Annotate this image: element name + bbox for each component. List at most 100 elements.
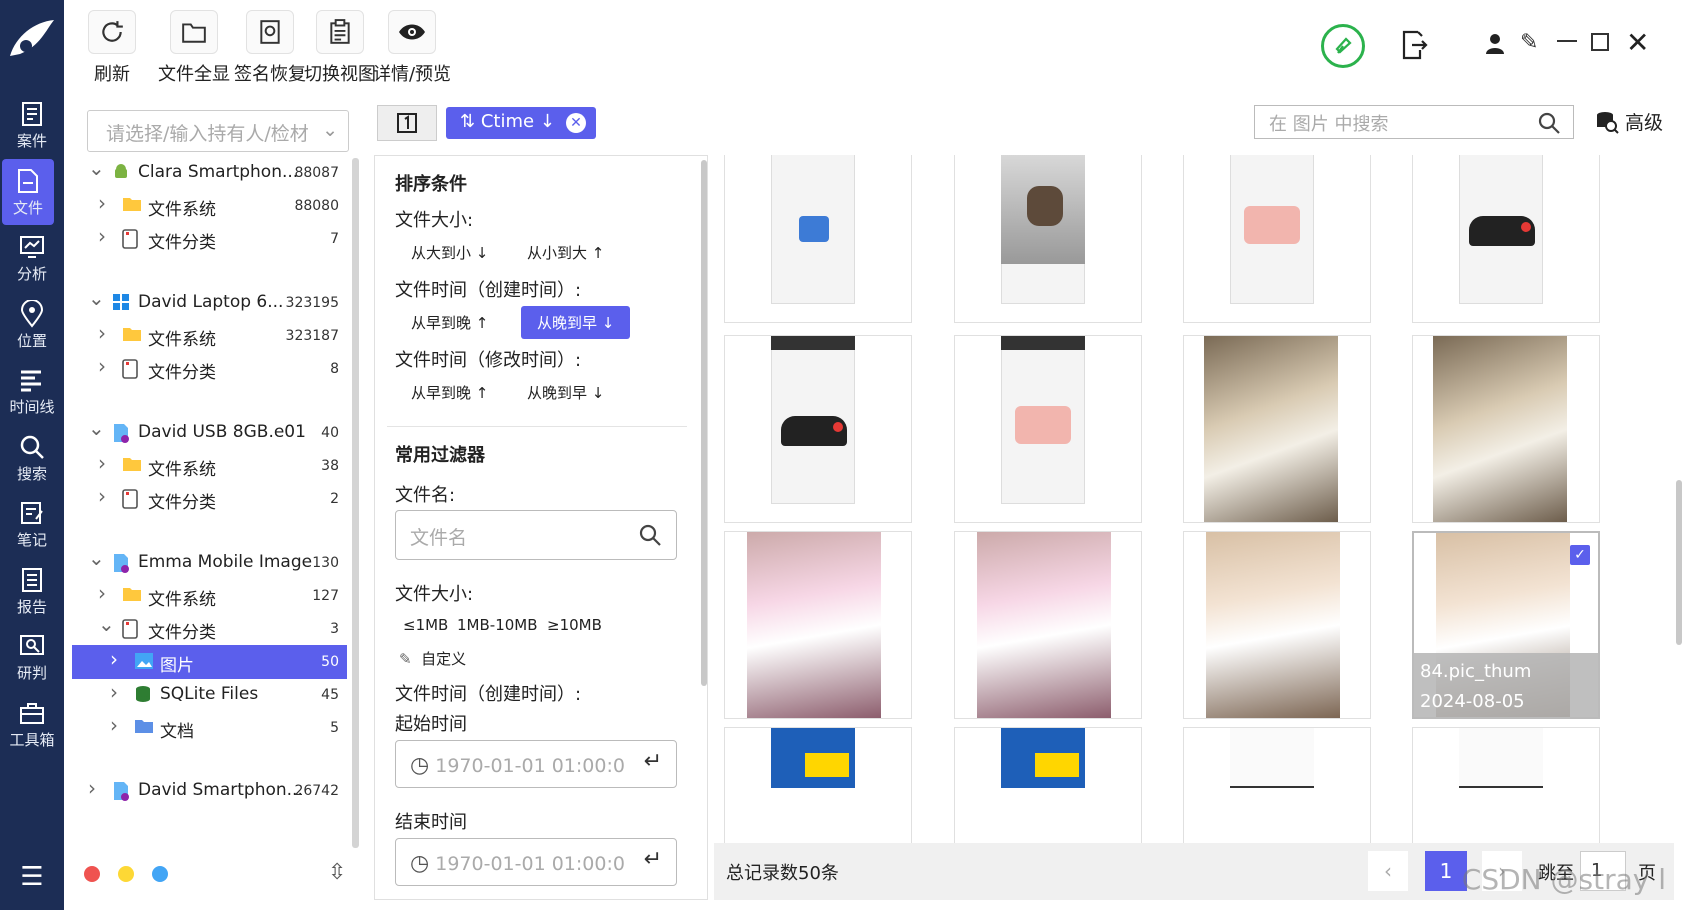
chevron-right-icon[interactable]: › xyxy=(98,581,106,605)
start-time-input[interactable]: ◷ 1970-01-01 01:00:0 ↵ xyxy=(395,740,677,788)
enter-icon[interactable]: ↵ xyxy=(644,749,662,774)
chevron-right-icon[interactable]: › xyxy=(98,191,106,215)
advanced-search-button[interactable]: 高级 xyxy=(1595,108,1663,135)
chevron-right-icon[interactable]: › xyxy=(98,321,106,345)
chevron-right-icon[interactable]: › xyxy=(98,484,106,508)
size-small-option[interactable]: ≤1MB xyxy=(403,616,448,634)
nav-item-0[interactable]: 案件 xyxy=(0,92,64,158)
tree-row[interactable]: ⌄ David USB 8GB.e01 40 xyxy=(72,416,347,450)
tree-row[interactable]: › 文件分类 2 xyxy=(72,482,347,516)
red-dot-icon[interactable] xyxy=(84,866,100,882)
chevron-down-icon[interactable]: ⌄ xyxy=(88,156,105,180)
image-thumbnail[interactable] xyxy=(1412,335,1600,523)
tree-row[interactable]: › 文件分类 7 xyxy=(72,222,347,256)
tree-row[interactable]: › 文档 5 xyxy=(72,711,347,745)
pin-window-icon[interactable]: ✎ xyxy=(1520,30,1538,55)
chevron-right-icon[interactable]: › xyxy=(110,647,118,671)
size-asc-option[interactable]: 从小到大 ↑ xyxy=(527,242,604,263)
chevron-right-icon[interactable]: › xyxy=(110,680,118,704)
size-desc-option[interactable]: 从大到小 ↓ xyxy=(411,242,488,263)
ctime-desc-option[interactable]: 从晚到早 ↓ xyxy=(521,306,631,339)
prev-page-button[interactable]: ‹ xyxy=(1368,851,1408,891)
end-time-input[interactable]: ◷ 1970-01-01 01:00:0 ↵ xyxy=(395,838,677,886)
chevron-right-icon[interactable]: › xyxy=(98,451,106,475)
detail-preview-button[interactable]: 详情/预览 xyxy=(364,10,460,86)
chevron-right-icon[interactable]: › xyxy=(88,776,96,800)
image-thumbnail[interactable] xyxy=(954,155,1142,323)
image-thumbnail[interactable] xyxy=(724,531,912,719)
enter-icon[interactable]: ↵ xyxy=(644,847,662,872)
tree-row[interactable]: › 图片 50 xyxy=(72,645,347,679)
image-thumbnail[interactable] xyxy=(724,727,912,843)
close-icon[interactable]: ✕ xyxy=(1626,26,1649,59)
nav-item-2[interactable]: 分析 xyxy=(0,225,64,291)
refresh-button[interactable]: 刷新 xyxy=(78,10,146,86)
nav-item-1[interactable]: 文件 xyxy=(2,158,54,225)
tree-row[interactable]: ⌄ David Laptop 6... 323195 xyxy=(72,286,347,320)
image-thumbnail[interactable] xyxy=(1183,155,1371,323)
blue-dot-icon[interactable] xyxy=(152,866,168,882)
ctime-asc-option[interactable]: 从早到晚 ↑ xyxy=(411,312,488,333)
mtime-asc-option[interactable]: 从早到晚 ↑ xyxy=(411,382,488,403)
chevron-down-icon[interactable]: ⌄ xyxy=(98,612,115,636)
image-thumbnail[interactable] xyxy=(954,531,1142,719)
nav-item-3[interactable]: 位置 xyxy=(0,292,64,358)
nav-item-4[interactable]: 时间线 xyxy=(0,358,64,424)
sort-chip[interactable]: ⇅ Ctime ↓ ✕ xyxy=(446,107,596,139)
image-thumbnail[interactable] xyxy=(1183,335,1371,523)
gallery-scrollbar[interactable] xyxy=(1676,480,1682,645)
nav-item-6[interactable]: 笔记 xyxy=(0,491,64,557)
page-1-button[interactable]: 1 xyxy=(1425,851,1467,891)
image-thumbnail[interactable] xyxy=(1412,727,1600,843)
chevron-right-icon[interactable]: › xyxy=(98,354,106,378)
size-medium-option[interactable]: 1MB-10MB xyxy=(457,616,538,634)
tree-row[interactable]: › 文件系统 38 xyxy=(72,449,347,483)
image-thumbnail[interactable] xyxy=(724,335,912,523)
tree-scrollbar[interactable] xyxy=(352,158,359,848)
custom-size-option[interactable]: ✎ 自定义 xyxy=(399,648,466,669)
tree-row[interactable]: › 文件分类 8 xyxy=(72,352,347,386)
yellow-dot-icon[interactable] xyxy=(118,866,134,882)
tree-row[interactable]: ⌄ Clara Smartphon... 88087 xyxy=(72,156,347,190)
nav-item-8[interactable]: 研判 xyxy=(0,624,64,690)
chevron-down-icon[interactable]: ⌄ xyxy=(88,286,105,310)
image-thumbnail[interactable] xyxy=(954,335,1142,523)
menu-icon[interactable]: ☰ xyxy=(12,862,52,892)
nav-item-7[interactable]: 报告 xyxy=(0,558,64,624)
image-thumbnail[interactable] xyxy=(1183,727,1371,843)
chevron-right-icon[interactable]: › xyxy=(110,713,118,737)
collapse-split-icon[interactable]: ⇳ xyxy=(328,860,346,885)
tree-row[interactable]: › David Smartphon... 26742 xyxy=(72,774,347,808)
holder-select[interactable]: 请选择/输入持有人/检材 ⌄ xyxy=(87,110,349,152)
tree-row[interactable]: › 文件系统 127 xyxy=(72,579,347,613)
chevron-right-icon[interactable]: › xyxy=(98,224,106,248)
nav-item-5[interactable]: 搜索 xyxy=(0,425,64,491)
image-thumbnail[interactable] xyxy=(724,155,912,323)
chevron-down-icon[interactable]: ⌄ xyxy=(88,546,105,570)
image-thumbnail[interactable] xyxy=(954,727,1142,843)
mtime-desc-option[interactable]: 从晚到早 ↓ xyxy=(527,382,604,403)
grid-view-button[interactable] xyxy=(377,105,437,141)
search-icon[interactable] xyxy=(1537,111,1561,135)
tree-row[interactable]: › 文件系统 88080 xyxy=(72,189,347,223)
tree-row[interactable]: ⌄ Emma Mobile Image 130 xyxy=(72,546,347,580)
image-thumbnail[interactable] xyxy=(1183,531,1371,719)
image-thumbnail[interactable] xyxy=(1412,155,1600,323)
maximize-icon[interactable] xyxy=(1591,33,1609,51)
pin-status-icon[interactable] xyxy=(1321,24,1365,68)
user-icon[interactable] xyxy=(1484,32,1506,60)
size-large-option[interactable]: ≥10MB xyxy=(547,616,602,634)
checkbox-checked-icon[interactable]: ✓ xyxy=(1570,545,1590,565)
image-thumbnail[interactable]: ✓ 84.pic_thum 2024-08-05 21:34:42 xyxy=(1412,531,1600,719)
minimize-icon[interactable] xyxy=(1557,40,1577,42)
chevron-down-icon[interactable]: ⌄ xyxy=(88,416,105,440)
filter-scrollbar[interactable] xyxy=(701,160,707,686)
tree-row[interactable]: › SQLite Files 45 xyxy=(72,678,347,712)
tree-row[interactable]: › 文件系统 323187 xyxy=(72,319,347,353)
filename-input[interactable]: 文件名 xyxy=(395,510,677,560)
nav-item-9[interactable]: 工具箱 xyxy=(0,691,64,757)
remove-sort-icon[interactable]: ✕ xyxy=(566,113,586,133)
export-icon[interactable] xyxy=(1400,30,1428,64)
tree-row[interactable]: ⌄ 文件分类 3 xyxy=(72,612,347,646)
search-icon[interactable] xyxy=(638,523,662,547)
